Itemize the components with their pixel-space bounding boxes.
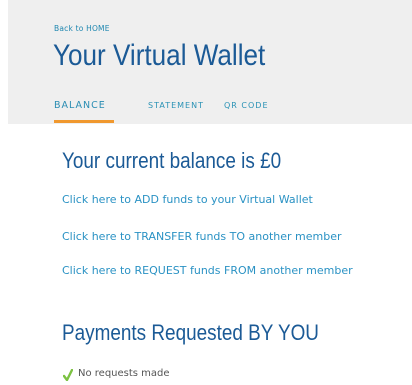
tab-statement[interactable]: STATEMENT bbox=[148, 101, 204, 110]
page-title: Your Virtual Wallet bbox=[53, 39, 266, 72]
tab-qr-code[interactable]: QR CODE bbox=[224, 101, 269, 110]
check-icon bbox=[63, 369, 73, 381]
transfer-funds-link[interactable]: Click here to TRANSFER funds TO another … bbox=[62, 230, 342, 243]
tab-balance[interactable]: BALANCE bbox=[54, 100, 106, 111]
wallet-page: Back to HOME Your Virtual Wallet BALANCE… bbox=[0, 0, 412, 385]
active-tab-indicator bbox=[54, 120, 114, 123]
add-funds-link[interactable]: Click here to ADD funds to your Virtual … bbox=[62, 193, 313, 206]
payments-requested-heading: Payments Requested BY YOU bbox=[62, 320, 319, 345]
no-requests-text: No requests made bbox=[78, 368, 170, 379]
back-to-home-link[interactable]: Back to HOME bbox=[54, 24, 110, 33]
request-funds-link[interactable]: Click here to REQUEST funds FROM another… bbox=[62, 264, 353, 277]
balance-heading: Your current balance is £0 bbox=[62, 148, 282, 173]
